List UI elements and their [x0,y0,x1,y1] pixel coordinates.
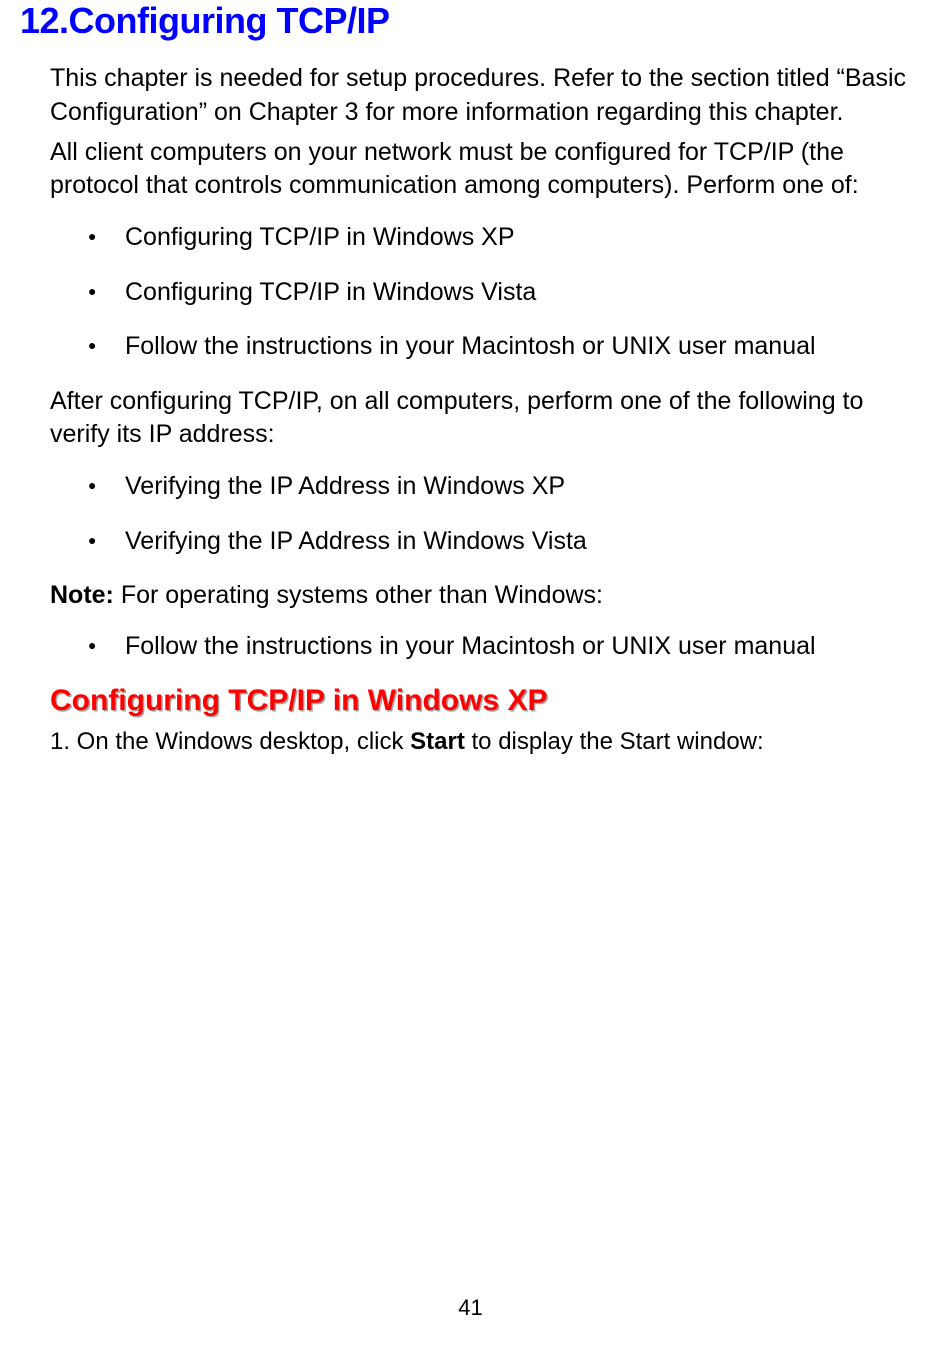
note-label: Note: [50,581,114,609]
step-bold-word: Start [410,728,465,755]
step-prefix: 1. On the Windows desktop, click [50,728,410,755]
note-options-list: Follow the instructions in your Macintos… [20,630,921,663]
note-line: Note: For operating systems other than W… [20,579,921,612]
list-item: Configuring TCP/IP in Windows XP [20,221,921,254]
list-item: Configuring TCP/IP in Windows Vista [20,276,921,309]
list-item: Verifying the IP Address in Windows Vist… [20,525,921,558]
section-title: Configuring TCP/IP in Windows XP [20,684,921,718]
chapter-title: 12.Configuring TCP/IP [20,0,921,42]
page-number: 41 [0,1295,941,1321]
list-item: Follow the instructions in your Macintos… [20,330,921,363]
list-item: Verifying the IP Address in Windows XP [20,470,921,503]
document-page: 12.Configuring TCP/IP This chapter is ne… [0,0,941,757]
step-suffix: to display the Start window: [465,728,764,755]
note-text: For operating systems other than Windows… [114,581,603,609]
intro-paragraph-2: All client computers on your network mus… [20,136,921,204]
list-item: Follow the instructions in your Macintos… [20,630,921,663]
intro-paragraph-1: This chapter is needed for setup procedu… [20,62,921,130]
verify-options-list: Verifying the IP Address in Windows XP V… [20,470,921,557]
mid-paragraph: After configuring TCP/IP, on all compute… [20,385,921,453]
config-options-list: Configuring TCP/IP in Windows XP Configu… [20,221,921,363]
step-1-text: 1. On the Windows desktop, click Start t… [20,726,921,757]
